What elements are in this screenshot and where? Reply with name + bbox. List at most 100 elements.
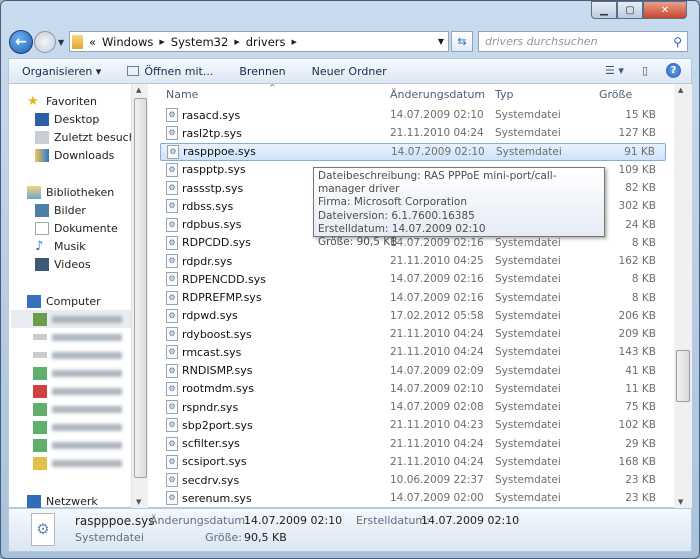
file-row[interactable]: ⚙ RDPREFMP.sys 14.07.2009 02:16 Systemda… [160, 289, 666, 307]
details-modified: 14.07.2009 02:10 [244, 514, 343, 527]
desktop-icon [35, 112, 49, 126]
refresh-button[interactable]: ⇆ [451, 31, 473, 52]
tooltip-description: Dateibeschreibung: RAS PPPoE mini-port/c… [318, 170, 557, 196]
file-row[interactable]: ⚙ rspndr.sys 14.07.2009 02:08 Systemdate… [160, 398, 666, 416]
chevron-right-icon[interactable]: ▶ [234, 38, 239, 46]
file-row[interactable]: ⚙ raspppoe.sys 14.07.2009 02:10 Systemda… [160, 142, 666, 161]
sidebar-item-videos[interactable]: Videos [35, 255, 91, 273]
column-header-size[interactable]: Größe [599, 88, 632, 101]
organize-button[interactable]: Organisieren ▾ [9, 65, 114, 78]
address-dropdown-icon[interactable]: ▼ [438, 37, 444, 46]
preview-pane-icon[interactable]: ▯ [642, 64, 648, 77]
sidebar-network-drive[interactable] [33, 418, 122, 436]
file-row[interactable]: ⚙ rdyboost.sys 21.11.2010 04:24 Systemda… [160, 325, 666, 343]
scroll-up-icon[interactable]: ▲ [136, 86, 141, 94]
file-size: 143 KB [618, 346, 656, 359]
sidebar-item-downloads[interactable]: Downloads [35, 146, 114, 164]
chevron-right-icon[interactable]: ▶ [292, 38, 297, 46]
file-size: 75 KB [625, 401, 656, 413]
breadcrumb-system32[interactable]: System32 [171, 35, 229, 49]
recent-pages-dropdown[interactable]: ▼ [58, 38, 64, 47]
sidebar-network-drive[interactable] [33, 364, 122, 382]
file-type: Systemdatei [495, 455, 561, 468]
file-row[interactable]: ⚙ rasacd.sys 14.07.2009 02:10 Systemdate… [160, 106, 666, 124]
sidebar-network-drive[interactable] [33, 436, 122, 454]
burn-button[interactable]: Brennen [226, 65, 298, 78]
scroll-down-icon[interactable]: ▼ [136, 498, 141, 506]
file-row[interactable]: ⚙ rdpwd.sys 17.02.2012 05:58 Systemdatei… [160, 307, 666, 325]
file-name: sbp2port.sys [182, 418, 253, 432]
sidebar-label: Bibliotheken [46, 185, 115, 199]
column-header-type[interactable]: Typ [495, 88, 514, 101]
sidebar-libraries[interactable]: Bibliotheken [27, 183, 114, 201]
sidebar-item-recent[interactable]: Zuletzt besucht [35, 128, 140, 146]
sidebar-item-pictures[interactable]: Bilder [35, 201, 86, 219]
system-file-icon: ⚙ [166, 181, 178, 195]
sidebar-network-location[interactable] [33, 454, 122, 472]
sidebar-network[interactable]: Netzwerk [27, 492, 98, 508]
star-icon: ★ [27, 93, 39, 109]
sidebar-scroll-thumb[interactable] [134, 98, 147, 478]
file-name: rasacd.sys [182, 108, 241, 122]
address-bar[interactable]: « Windows ▶ System32 ▶ drivers ▶ ▼ [69, 31, 449, 52]
new-folder-button[interactable]: Neuer Ordner [299, 65, 400, 78]
back-button[interactable]: ← [9, 30, 33, 54]
column-header-date[interactable]: Änderungsdatum [390, 88, 485, 101]
file-date: 14.07.2009 02:16 [390, 273, 484, 286]
file-row[interactable]: ⚙ rmcast.sys 21.11.2010 04:24 Systemdate… [160, 343, 666, 361]
scroll-up-icon[interactable]: ▲ [678, 86, 683, 94]
maximize-button[interactable]: ▢ [617, 1, 643, 19]
scroll-down-icon[interactable]: ▼ [678, 498, 683, 506]
sidebar-item-desktop[interactable]: Desktop [35, 110, 99, 128]
column-header-name[interactable]: Name [166, 88, 198, 101]
sidebar-drive[interactable] [33, 346, 122, 364]
blurred-drive-label [52, 405, 122, 413]
search-icon[interactable]: ⚲ [673, 35, 682, 49]
file-row[interactable]: ⚙ rasl2tp.sys 21.11.2010 04:24 Systemdat… [160, 124, 666, 142]
network-icon [27, 494, 41, 508]
sidebar-computer[interactable]: Computer [27, 292, 101, 310]
details-type: Systemdatei [75, 531, 144, 544]
forward-button[interactable] [34, 31, 56, 53]
file-list-scroll-thumb[interactable] [676, 350, 690, 402]
file-row[interactable]: ⚙ sbp2port.sys 21.11.2010 04:23 Systemda… [160, 416, 666, 434]
sidebar-item-music[interactable]: ♪ Musik [35, 237, 86, 255]
sidebar-drive[interactable] [11, 310, 131, 328]
chevron-right-icon[interactable]: ▶ [159, 38, 164, 46]
search-input[interactable]: drivers durchsuchen ⚲ [478, 31, 688, 52]
file-row[interactable]: ⚙ scfilter.sys 21.11.2010 04:24 Systemda… [160, 435, 666, 453]
minimize-button[interactable]: ▁ [591, 1, 617, 19]
file-date: 21.11.2010 04:24 [390, 455, 484, 468]
file-row[interactable]: ⚙ serenum.sys 14.07.2009 02:00 Systemdat… [160, 489, 666, 507]
close-button[interactable]: ✕ [643, 1, 687, 19]
file-date: 14.07.2009 02:10 [390, 109, 484, 121]
sidebar-network-drive[interactable] [33, 400, 122, 418]
file-name: RNDISMP.sys [182, 364, 253, 377]
system-file-icon: ⚙ [166, 473, 178, 487]
file-size: 8 KB [631, 273, 656, 286]
breadcrumb-overflow[interactable]: « [89, 35, 96, 49]
help-icon[interactable]: ? [666, 63, 681, 78]
file-list-scrollbar[interactable]: ▲ ▼ [674, 84, 692, 508]
file-name: serenum.sys [182, 491, 252, 505]
file-row[interactable]: ⚙ RNDISMP.sys 14.07.2009 02:09 Systemdat… [160, 362, 666, 380]
tooltip-company: Firma: Microsoft Corporation [318, 196, 468, 209]
system-file-icon: ⚙ [166, 345, 178, 360]
breadcrumb-drivers[interactable]: drivers [246, 35, 286, 49]
sidebar-network-drive[interactable] [33, 382, 122, 400]
view-options-icon[interactable]: ☰ ▾ [605, 64, 624, 77]
file-size: 162 KB [618, 255, 656, 267]
file-row[interactable]: ⚙ rootmdm.sys 14.07.2009 02:10 Systemdat… [160, 380, 666, 398]
open-with-button[interactable]: Öffnen mit... [114, 65, 226, 78]
file-row[interactable]: ⚙ scsiport.sys 21.11.2010 04:24 Systemda… [160, 453, 666, 471]
sidebar-drive[interactable] [33, 328, 122, 346]
breadcrumb-windows[interactable]: Windows [102, 35, 153, 49]
file-size: 168 KB [618, 455, 656, 468]
file-row[interactable]: ⚙ secdrv.sys 10.06.2009 22:37 Systemdate… [160, 471, 666, 489]
sidebar-item-documents[interactable]: Dokumente [35, 219, 118, 237]
sidebar-favorites[interactable]: ★ Favoriten [27, 92, 97, 110]
file-row[interactable]: ⚙ rdpdr.sys 21.11.2010 04:25 Systemdatei… [160, 252, 666, 270]
sidebar-scrollbar[interactable]: ▲ ▼ [131, 84, 148, 508]
file-row[interactable]: ⚙ RDPENCDD.sys 14.07.2009 02:16 Systemda… [160, 270, 666, 288]
file-type: Systemdatei [495, 437, 561, 450]
